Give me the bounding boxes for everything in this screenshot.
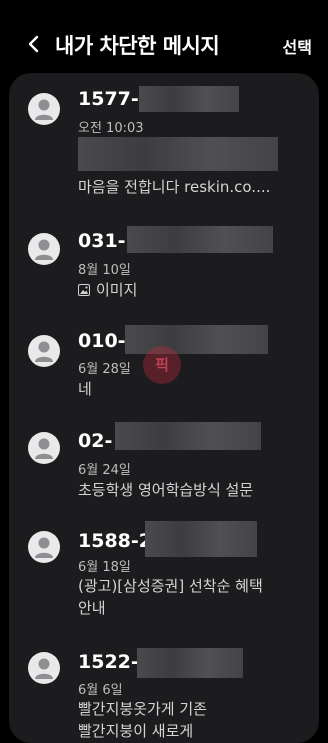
select-button[interactable]: 선택	[283, 34, 312, 58]
redacted-number	[145, 521, 257, 557]
blocked-message-list: 1577- 오전 10:03 마음을 전합니다 reskin.co.... 03…	[9, 73, 319, 743]
back-button[interactable]	[20, 30, 48, 58]
message-date: 6월 6일	[78, 683, 123, 698]
sender-number: 02-	[78, 430, 113, 452]
sender-number: 1577-	[78, 88, 139, 110]
person-icon	[35, 341, 53, 362]
sender-number: 1522-	[78, 651, 139, 673]
person-icon	[35, 438, 53, 459]
list-item[interactable]: 031- 8월 10일 이미지	[9, 218, 319, 318]
message-preview: (광고)[삼성증권] 선착순 혜택 안내	[78, 575, 263, 619]
redacted-number	[127, 226, 273, 253]
sender-number: 1588-2	[78, 530, 152, 552]
contact-avatar	[28, 93, 60, 125]
message-preview-line: (광고)[삼성증권] 선착순 혜택	[78, 577, 263, 595]
message-preview: 이미지	[78, 279, 137, 301]
message-preview-text: 이미지	[96, 281, 138, 299]
message-preview: 마음을 전합니다 reskin.co....	[78, 178, 271, 196]
message-date: 오전 10:03	[78, 121, 144, 136]
contact-avatar	[28, 432, 60, 464]
message-date: 6월 18일	[78, 560, 131, 575]
message-preview-line: 빨간지붕옷가게 기존	[78, 700, 207, 718]
message-date: 8월 10일	[78, 263, 131, 278]
message-date: 6월 28일	[78, 362, 131, 377]
contact-avatar	[28, 233, 60, 265]
watermark-logo: 픽	[143, 346, 181, 384]
person-icon	[35, 537, 53, 558]
redacted-number	[139, 86, 239, 112]
message-preview: 빨간지붕옷가게 기존 빨간지붕이 새로게	[78, 698, 207, 742]
message-date: 6월 24일	[78, 463, 131, 478]
redacted-number	[137, 648, 243, 678]
person-icon	[35, 99, 53, 120]
contact-avatar	[28, 652, 60, 684]
image-icon	[78, 284, 90, 296]
redacted-number	[125, 325, 268, 354]
page-title: 내가 차단한 메시지	[55, 34, 220, 58]
redacted-number	[115, 422, 261, 450]
list-item[interactable]: 1577- 오전 10:03 마음을 전합니다 reskin.co....	[9, 73, 319, 201]
redacted-preview	[78, 137, 278, 171]
sender-number: 031-	[78, 230, 126, 252]
list-item[interactable]: 02- 6월 24일 초등학생 영어학습방식 설문	[9, 418, 319, 523]
contact-avatar	[28, 335, 60, 367]
person-icon	[35, 658, 53, 679]
message-preview: 네	[78, 380, 92, 398]
list-item[interactable]: 1588-2 6월 18일 (광고)[삼성증권] 선착순 혜택 안내	[9, 521, 319, 643]
message-preview: 초등학생 영어학습방식 설문	[78, 481, 254, 499]
sender-number: 010-	[78, 330, 126, 352]
contact-avatar	[28, 531, 60, 563]
person-icon	[35, 239, 53, 260]
message-preview-line: 안내	[78, 599, 106, 617]
list-item[interactable]: 1522- 6월 6일 빨간지붕옷가게 기존 빨간지붕이 새로게	[9, 643, 319, 743]
message-preview-line: 빨간지붕이 새로게	[78, 722, 194, 740]
back-arrow-icon	[28, 35, 39, 53]
